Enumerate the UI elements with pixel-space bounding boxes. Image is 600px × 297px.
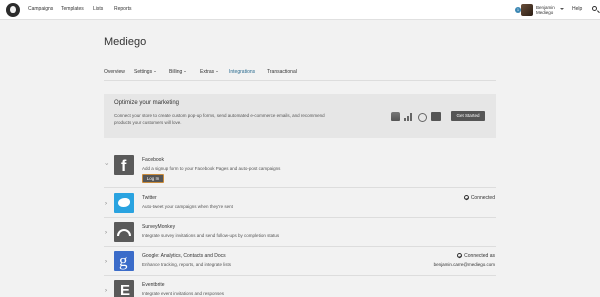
nav-lists[interactable]: Lists bbox=[93, 6, 103, 12]
check-circle-icon bbox=[463, 195, 469, 201]
integration-name: SurveyMonkey bbox=[142, 224, 176, 230]
search-icon[interactable] bbox=[592, 6, 597, 11]
help-link[interactable]: Help bbox=[572, 6, 582, 12]
integration-name: Eventbrite bbox=[142, 282, 165, 288]
tab-overview[interactable]: Overview bbox=[104, 69, 125, 75]
status-badge: Connected bbox=[463, 195, 495, 201]
integration-description: Add a signup form to your Facebook Pages… bbox=[142, 166, 281, 171]
google-icon: g bbox=[114, 251, 134, 271]
integration-description: Auto-tweet your campaigns when they're s… bbox=[142, 204, 233, 209]
optimize-description: Connect your store to create custom pop-… bbox=[114, 113, 325, 125]
status-badge: Connected as bbox=[457, 253, 495, 259]
tab-settings[interactable]: Settings bbox=[134, 69, 157, 75]
connected-email: benjamin.carre@mediego.com bbox=[433, 262, 495, 267]
chevron-down-icon bbox=[184, 71, 187, 73]
surveymonkey-icon bbox=[114, 222, 134, 242]
integration-surveymonkey: › SurveyMonkey Integrate survey invitati… bbox=[104, 222, 496, 247]
tab-integrations[interactable]: Integrations bbox=[229, 69, 255, 75]
chevron-right-icon[interactable]: › bbox=[105, 230, 107, 236]
chevron-right-icon[interactable]: › bbox=[105, 259, 107, 265]
divider bbox=[104, 275, 496, 276]
tab-extras[interactable]: Extras bbox=[200, 69, 219, 75]
chevron-down-icon[interactable]: › bbox=[103, 163, 109, 165]
chevron-down-icon[interactable] bbox=[560, 8, 564, 10]
page-title: Mediego bbox=[104, 36, 147, 48]
tab-transactional[interactable]: Transactional bbox=[267, 69, 297, 75]
divider bbox=[104, 246, 496, 247]
integration-google: › g Google: Analytics, Contacts and Docs… bbox=[104, 251, 496, 276]
woocommerce-icon bbox=[431, 112, 441, 121]
mailchimp-logo-icon[interactable] bbox=[6, 3, 20, 17]
avatar[interactable] bbox=[521, 4, 533, 16]
integration-twitter: › Twitter Auto-tweet your campaigns when… bbox=[104, 193, 496, 218]
get-started-button[interactable]: Get Started bbox=[451, 111, 485, 121]
optimize-title: Optimize your marketing bbox=[114, 100, 180, 106]
chevron-down-icon bbox=[216, 71, 219, 73]
integration-description: Integrate survey invitations and send fo… bbox=[142, 233, 280, 238]
integration-eventbrite: › E Eventbrite Integrate event invitatio… bbox=[104, 280, 496, 297]
tab-billing[interactable]: Billing bbox=[169, 69, 187, 75]
account-tabs: Overview Settings Billing Extras Integra… bbox=[104, 69, 496, 81]
chevron-down-icon bbox=[154, 71, 157, 73]
eventbrite-icon: E bbox=[114, 280, 134, 297]
twitter-icon bbox=[114, 193, 134, 213]
nav-reports[interactable]: Reports bbox=[114, 6, 132, 12]
optimize-marketing-panel: Optimize your marketing Connect your sto… bbox=[104, 94, 496, 138]
integration-name: Facebook bbox=[142, 157, 164, 163]
bigcommerce-icon bbox=[404, 112, 413, 121]
chevron-right-icon[interactable]: › bbox=[105, 201, 107, 207]
divider bbox=[104, 217, 496, 218]
chevron-right-icon[interactable]: › bbox=[105, 288, 107, 294]
check-circle-icon bbox=[457, 253, 463, 259]
integration-name: Twitter bbox=[142, 195, 157, 201]
integration-description: Enhance tracking, reports, and integrate… bbox=[142, 262, 232, 267]
integration-description: Integrate event invitations and response… bbox=[142, 291, 225, 296]
nav-campaigns[interactable]: Campaigns bbox=[28, 6, 53, 12]
facebook-login-button[interactable]: Log In bbox=[142, 174, 164, 183]
account-menu[interactable]: Benjamin Mediego bbox=[536, 5, 555, 15]
top-navigation: Campaigns Templates Lists Reports 1 Benj… bbox=[0, 0, 600, 20]
magento-icon bbox=[417, 112, 427, 122]
divider bbox=[104, 187, 496, 188]
shopify-icon bbox=[391, 112, 400, 121]
facebook-icon: f bbox=[114, 155, 134, 175]
integration-name: Google: Analytics, Contacts and Docs bbox=[142, 253, 226, 259]
integration-facebook: › f Facebook Add a signup form to your F… bbox=[103, 155, 496, 189]
nav-templates[interactable]: Templates bbox=[61, 6, 84, 12]
user-org: Mediego bbox=[536, 10, 554, 15]
